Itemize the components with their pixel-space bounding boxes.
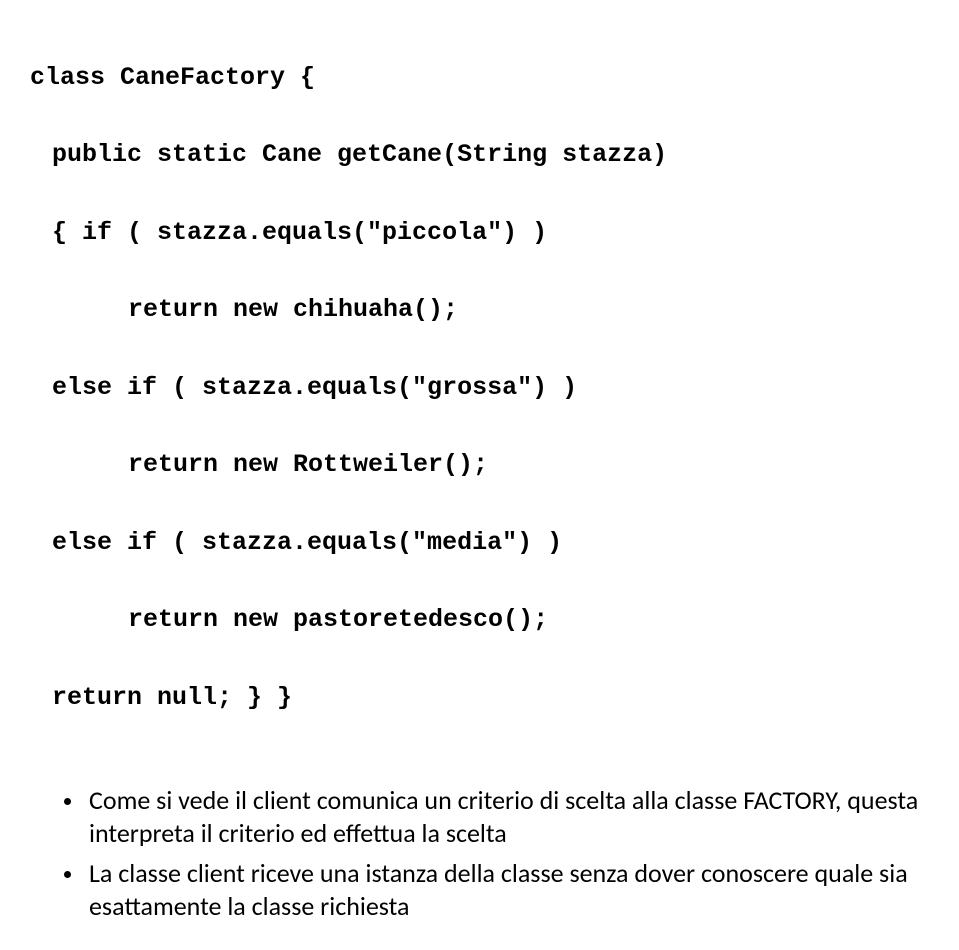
code-line: return new chihuaha(); <box>30 291 929 330</box>
code-line: class CaneFactory { <box>30 59 929 98</box>
code-block: class CaneFactory { public static Cane g… <box>30 20 929 756</box>
code-line: { if ( stazza.equals("piccola") ) <box>30 214 929 253</box>
code-line: else if ( stazza.equals("grossa") ) <box>30 369 929 408</box>
code-line: else if ( stazza.equals("media") ) <box>30 524 929 563</box>
list-item: La classe client riceve una istanza dell… <box>85 857 929 922</box>
code-line: public static Cane getCane(String stazza… <box>30 136 929 175</box>
code-line: return new Rottweiler(); <box>30 446 929 485</box>
code-line: return null; } } <box>30 679 929 718</box>
list-item: Come si vede il client comunica un crite… <box>85 784 929 849</box>
bullet-list: Come si vede il client comunica un crite… <box>30 784 929 922</box>
